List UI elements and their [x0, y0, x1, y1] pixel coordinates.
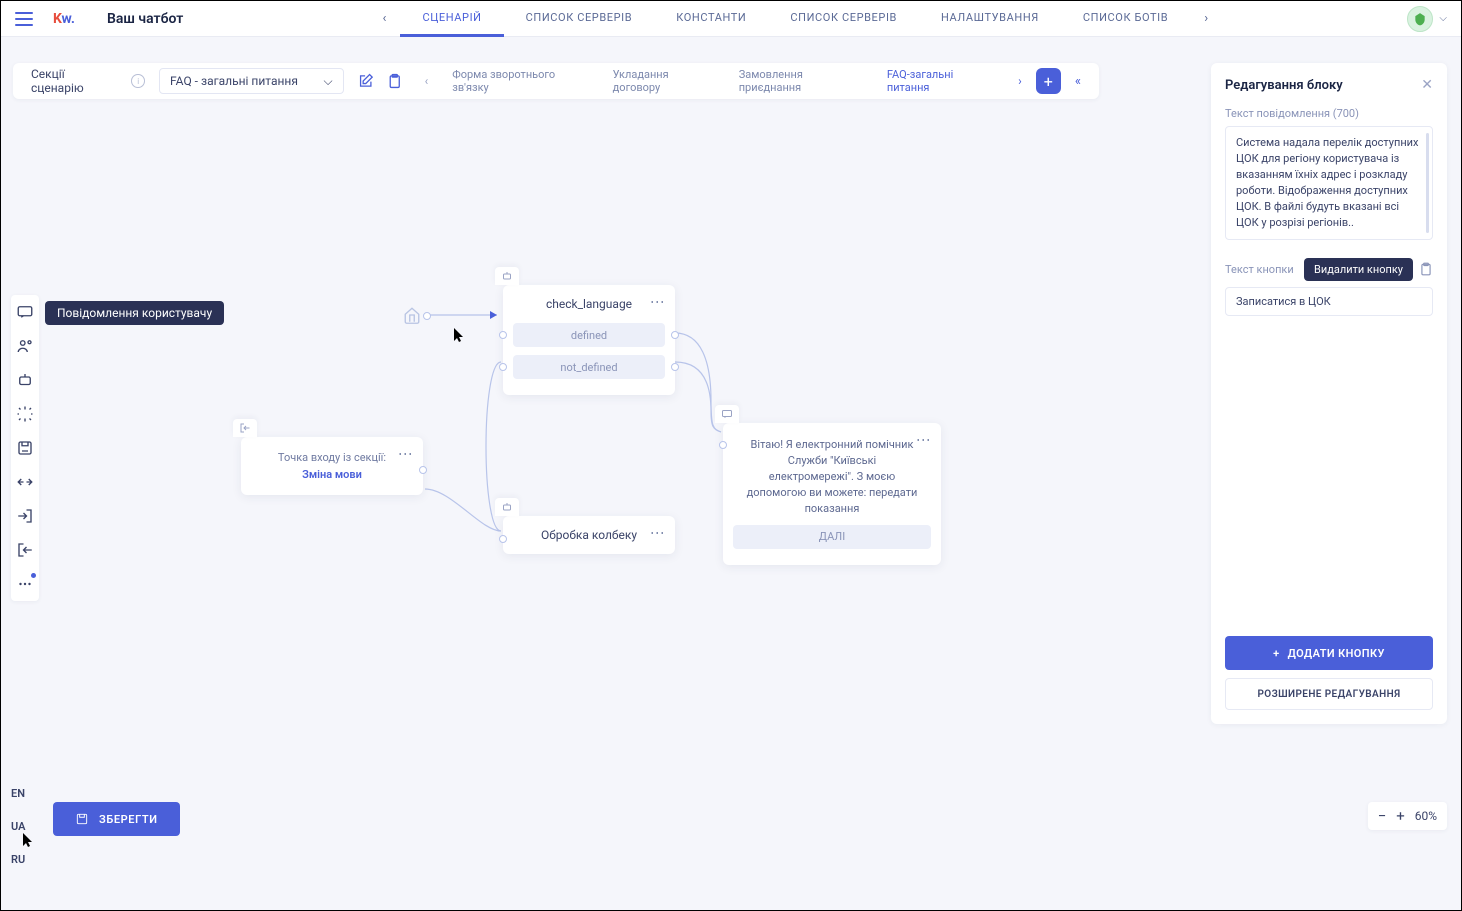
greeting-more-icon[interactable]: ⋮	[915, 433, 931, 446]
crumb-feedback[interactable]: Форма зворотнього зв'язку	[452, 68, 588, 94]
advanced-edit-button[interactable]: РОЗШИРЕНЕ РЕДАГУВАННЯ	[1225, 678, 1433, 710]
save-button[interactable]: ЗБЕРЕГТИ	[53, 802, 180, 836]
clipboard-icon[interactable]	[387, 73, 402, 89]
panel-title: Редагування блоку	[1225, 78, 1343, 93]
edit-icon[interactable]	[358, 73, 373, 89]
button-text-label: Текст кнопки	[1225, 263, 1294, 276]
tab-constants[interactable]: КОНСТАНТИ	[654, 1, 768, 37]
entry-node-link[interactable]: Зміна мови	[241, 468, 423, 495]
zoom-out-button[interactable]: −	[1378, 807, 1387, 825]
add-section-button[interactable]: +	[1036, 68, 1061, 94]
save-button-label: ЗБЕРЕГТИ	[99, 813, 158, 826]
entry-node-more-icon[interactable]: ⋮	[397, 447, 413, 460]
zoom-level: 60%	[1415, 809, 1437, 823]
top-bar: Kw. Ваш чатбот ‹ СЦЕНАРІЙ СПИСОК СЕРВЕРІ…	[1, 1, 1461, 37]
callback-title: Обробка колбеку	[503, 516, 675, 554]
tabs-left-arrow[interactable]: ‹	[369, 11, 401, 26]
breadcrumbs: ‹ Форма зворотнього зв'язку Укладання до…	[425, 68, 1022, 94]
dropdown-value: FAQ - загальні питання	[170, 74, 298, 88]
home-icon	[403, 306, 421, 328]
message-textarea[interactable]: Система надала перелік доступних ЦОК для…	[1225, 126, 1433, 240]
top-tabs: ‹ СЦЕНАРІЙ СПИСОК СЕРВЕРІВ КОНСТАНТИ СПИ…	[369, 1, 1223, 37]
zoom-controls: − + 60%	[1368, 802, 1447, 830]
close-icon[interactable]: ✕	[1421, 77, 1433, 93]
save-icon	[75, 812, 89, 826]
entry-node-tab-icon	[233, 419, 257, 437]
collapse-icon[interactable]: «	[1075, 74, 1081, 89]
crumb-contract[interactable]: Укладання договору	[613, 68, 715, 94]
check-language-node[interactable]: ⋮ check_language defined not_defined	[503, 285, 675, 395]
lang-ua[interactable]: UA	[11, 820, 25, 833]
lang-ru[interactable]: RU	[11, 853, 25, 866]
tab-scenario[interactable]: СЦЕНАРІЙ	[400, 1, 503, 37]
tab-servers-2[interactable]: СПИСОК СЕРВЕРІВ	[768, 1, 919, 37]
bot-name: Ваш чатбот	[107, 11, 183, 27]
connectors	[1, 101, 1111, 910]
tab-bots[interactable]: СПИСОК БОТІВ	[1061, 1, 1190, 37]
avatar[interactable]	[1407, 6, 1433, 32]
add-button[interactable]: + ДОДАТИ КНОПКУ	[1225, 636, 1433, 670]
copy-icon[interactable]	[1419, 262, 1433, 276]
crumb-left-arrow[interactable]: ‹	[425, 74, 429, 88]
slot-defined[interactable]: defined	[513, 323, 665, 347]
chevron-down-icon: ⌵	[324, 74, 333, 89]
tab-servers-1[interactable]: СПИСОК СЕРВЕРІВ	[504, 1, 655, 37]
message-label: Текст повідомлення (700)	[1225, 107, 1433, 120]
avatar-chevron-icon[interactable]: ⌵	[1439, 13, 1447, 24]
tab-settings[interactable]: НАЛАШТУВАННЯ	[919, 1, 1061, 37]
slot-not-defined[interactable]: not_defined	[513, 355, 665, 379]
check-language-tab-icon	[495, 267, 519, 285]
zoom-in-button[interactable]: +	[1396, 807, 1405, 825]
delete-button[interactable]: Видалити кнопку	[1304, 258, 1413, 281]
entry-node-label: Точка входу із секції:	[241, 437, 423, 468]
canvas[interactable]: ⋮ Точка входу із секції: Зміна мови ⋮ ch…	[1, 101, 1111, 910]
crumb-order[interactable]: Замовлення приєднання	[739, 68, 863, 94]
greeting-node[interactable]: ⋮ Вітаю! Я електронний помічник Служби "…	[723, 423, 941, 565]
sections-label: Секції сценарію	[31, 67, 117, 95]
greeting-text: Вітаю! Я електронний помічник Служби "Ки…	[723, 423, 941, 525]
logo: Kw.	[53, 11, 75, 27]
language-switcher: EN UA RU	[11, 787, 25, 866]
plus-icon: +	[1273, 647, 1279, 660]
scrollbar[interactable]	[1426, 133, 1429, 233]
check-language-title: check_language	[503, 285, 675, 323]
tabs-right-arrow[interactable]: ›	[1190, 11, 1222, 26]
callback-tab-icon	[495, 498, 519, 516]
greeting-slot-next[interactable]: ДАЛІ	[733, 525, 931, 549]
greeting-tab-icon	[715, 405, 739, 423]
sub-bar: Секції сценарію i FAQ - загальні питання…	[13, 63, 1099, 99]
lang-en[interactable]: EN	[11, 787, 25, 800]
info-icon[interactable]: i	[131, 74, 145, 88]
menu-icon[interactable]	[15, 12, 33, 26]
edit-block-panel: Редагування блоку ✕ Текст повідомлення (…	[1211, 63, 1447, 724]
crumb-faq[interactable]: FAQ-загальні питання	[887, 68, 994, 94]
callback-node[interactable]: ⋮ Обробка колбеку	[503, 516, 675, 554]
cursor-icon	[454, 328, 466, 342]
button-text-input[interactable]: Записатися в ЦОК	[1225, 287, 1433, 316]
entry-node[interactable]: ⋮ Точка входу із секції: Зміна мови	[241, 437, 423, 495]
section-dropdown[interactable]: FAQ - загальні питання ⌵	[159, 68, 344, 94]
crumb-right-arrow[interactable]: ›	[1018, 74, 1022, 88]
